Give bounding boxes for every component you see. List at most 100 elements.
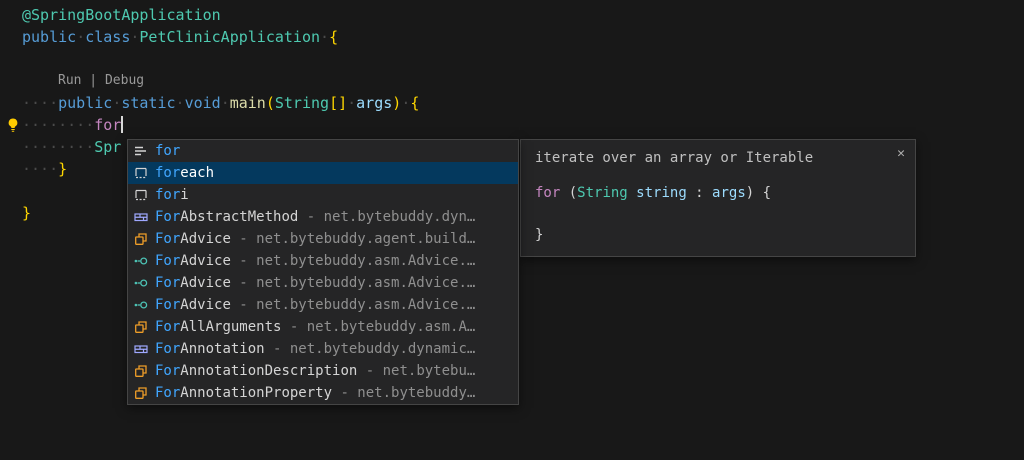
suggest-docs-panel: ✕ iterate over an array or Iterable for …	[520, 139, 916, 257]
code-token: void	[185, 94, 221, 112]
code-token: static	[121, 94, 175, 112]
symbol-class-icon	[133, 319, 149, 335]
code-token: ·	[347, 94, 356, 112]
doc-code: for (String string : args) {}	[535, 183, 901, 246]
suggestion-item[interactable]: for	[128, 140, 518, 162]
suggestion-item[interactable]: ForAnnotationDescription - net.bytebu…	[128, 360, 518, 382]
suggestion-item[interactable]: foreach	[128, 162, 518, 184]
symbol-reference-icon	[133, 275, 149, 291]
code-token: class	[85, 28, 130, 46]
suggestion-item[interactable]: fori	[128, 184, 518, 206]
code-token: PetClinicApplication	[139, 28, 320, 46]
suggestion-match: for	[155, 143, 180, 159]
symbol-snippet-icon	[133, 165, 149, 181]
code-token: {	[410, 94, 419, 112]
code-token: ····	[22, 160, 58, 178]
code-token: Spr	[94, 138, 121, 156]
symbol-class-icon	[133, 363, 149, 379]
code-token: ········	[22, 138, 94, 156]
suggestion-label: Advice	[180, 275, 231, 291]
suggestion-detail: - net.bytebuddy.dynamic…	[265, 341, 476, 357]
suggest-widget: forforeachforiForAbstractMethod - net.by…	[127, 139, 519, 405]
suggestion-item[interactable]: ForAbstractMethod - net.bytebuddy.dyn…	[128, 206, 518, 228]
suggestion-match: For	[155, 209, 180, 225]
code-line[interactable]: public·class·PetClinicApplication·{	[0, 26, 1024, 48]
code-token: for	[94, 116, 121, 134]
code-token: ·	[221, 94, 230, 112]
code-token: args	[356, 94, 392, 112]
code-token: String	[577, 185, 628, 201]
code-token: (	[266, 94, 275, 112]
lightbulb-icon[interactable]	[5, 117, 21, 133]
code-token: :	[687, 185, 712, 201]
code-token: string	[636, 185, 687, 201]
suggestion-label: Advice	[180, 253, 231, 269]
suggestion-detail: - net.bytebuddy…	[332, 385, 475, 401]
suggestion-label: Advice	[180, 297, 231, 313]
code-token: public	[22, 28, 76, 46]
suggestion-match: For	[155, 297, 180, 313]
code-token: ·	[320, 28, 329, 46]
suggestion-detail: - net.bytebuddy.asm.A…	[281, 319, 475, 335]
suggestion-match: For	[155, 231, 180, 247]
doc-code-line	[535, 204, 901, 225]
suggestion-item[interactable]: ForAdvice - net.bytebuddy.asm.Advice.…	[128, 294, 518, 316]
codelens-run-link[interactable]: Run	[58, 73, 81, 88]
suggestion-detail: - net.bytebuddy.dyn…	[298, 209, 475, 225]
suggestion-label: Annotation	[180, 341, 264, 357]
codelens: Run | Debug	[0, 70, 1024, 92]
suggestion-match: For	[155, 319, 180, 335]
doc-code-line: }	[535, 225, 901, 246]
suggestion-match: for	[155, 165, 180, 181]
symbol-reference-icon	[133, 297, 149, 313]
doc-code-line: for (String string : args) {	[535, 183, 901, 204]
suggestion-item[interactable]: ForAnnotationProperty - net.bytebuddy…	[128, 382, 518, 404]
code-token: ····	[22, 94, 58, 112]
suggestion-match: For	[155, 341, 180, 357]
suggestion-label: i	[180, 187, 188, 203]
suggestion-match: for	[155, 187, 180, 203]
suggestion-detail: - net.bytebuddy.asm.Advice.…	[231, 275, 475, 291]
suggestion-item[interactable]: ForAllArguments - net.bytebuddy.asm.A…	[128, 316, 518, 338]
code-token: {	[329, 28, 338, 46]
close-icon[interactable]: ✕	[897, 146, 905, 162]
codelens-separator: |	[81, 73, 104, 88]
code-line[interactable]: @SpringBootApplication	[0, 4, 1024, 26]
code-token: main	[230, 94, 266, 112]
symbol-keyword-icon	[133, 143, 149, 159]
suggestion-item[interactable]: ForAdvice - net.bytebuddy.asm.Advice.…	[128, 272, 518, 294]
suggestion-detail: - net.bytebuddy.asm.Advice.…	[231, 297, 475, 313]
suggestion-detail: - net.bytebuddy.agent.build…	[231, 231, 475, 247]
suggestion-detail: - net.bytebu…	[357, 363, 475, 379]
symbol-structure-icon	[133, 341, 149, 357]
code-token: String	[275, 94, 329, 112]
code-token: ·	[176, 94, 185, 112]
suggestion-detail: - net.bytebuddy.asm.Advice.…	[231, 253, 475, 269]
code-line[interactable]	[0, 48, 1024, 70]
suggestion-label: AbstractMethod	[180, 209, 298, 225]
suggestion-match: For	[155, 385, 180, 401]
code-token: ·	[76, 28, 85, 46]
symbol-reference-icon	[133, 253, 149, 269]
suggestion-match: For	[155, 253, 180, 269]
suggestion-item[interactable]: ForAdvice - net.bytebuddy.agent.build…	[128, 228, 518, 250]
code-line[interactable]: ········for	[0, 114, 1024, 136]
symbol-snippet-icon	[133, 187, 149, 203]
suggestion-label: Advice	[180, 231, 231, 247]
suggestion-label: each	[180, 165, 214, 181]
code-token: []	[329, 94, 347, 112]
suggestion-item[interactable]: ForAdvice - net.bytebuddy.asm.Advice.…	[128, 250, 518, 272]
code-token: (	[560, 185, 577, 201]
suggestion-item[interactable]: ForAnnotation - net.bytebuddy.dynamic…	[128, 338, 518, 360]
code-line[interactable]: ····public·static·void·main(String[]·arg…	[0, 92, 1024, 114]
symbol-class-icon	[133, 231, 149, 247]
suggestion-match: For	[155, 363, 180, 379]
code-token: @SpringBootApplication	[22, 6, 221, 24]
text-cursor	[121, 116, 123, 133]
suggestion-label: AnnotationProperty	[180, 385, 332, 401]
code-token: public	[58, 94, 112, 112]
code-token: ········	[22, 116, 94, 134]
code-token: }	[535, 227, 543, 243]
codelens-debug-link[interactable]: Debug	[105, 73, 144, 88]
suggestion-match: For	[155, 275, 180, 291]
